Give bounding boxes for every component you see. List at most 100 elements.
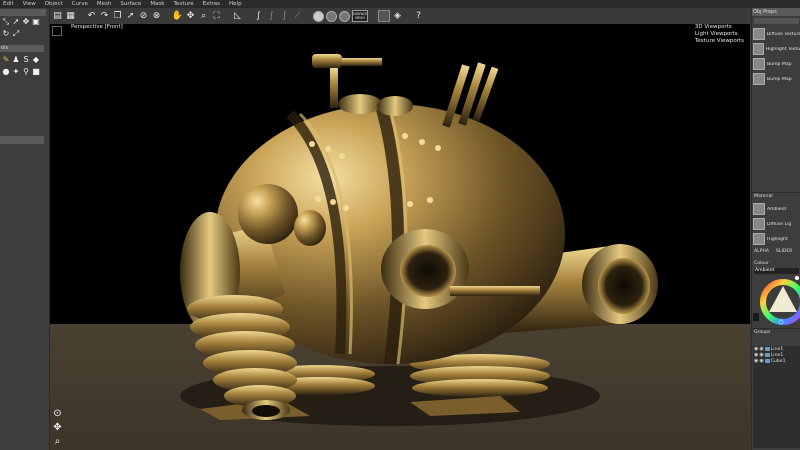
cube-icon: [764, 359, 770, 363]
panel-divider: [752, 192, 800, 193]
menu-view[interactable]: View: [20, 0, 42, 8]
menu-extras[interactable]: Extras: [200, 0, 226, 8]
left-panel-header: [0, 9, 46, 16]
alpha-label: ALPHA: [754, 249, 770, 254]
redo-icon[interactable]: ↷: [99, 11, 110, 22]
menu-mask[interactable]: Mask: [147, 0, 170, 8]
diamond-icon[interactable]: ◈: [392, 11, 403, 22]
bone-tool-icon[interactable]: ⚲: [22, 68, 30, 76]
zoom-icon[interactable]: ⌕: [198, 11, 209, 22]
group-item[interactable]: ◉ ◉ Cube1: [753, 358, 800, 364]
material-thumb[interactable]: [753, 203, 765, 215]
obj-props-header[interactable]: Obj Props: [752, 8, 800, 16]
new-file-icon[interactable]: ▤: [52, 11, 63, 22]
expand-tool-icon[interactable]: ⤢: [12, 30, 20, 38]
material-thumb[interactable]: [753, 233, 765, 245]
colour-label: Colour: [754, 261, 769, 266]
delete-icon[interactable]: ⊗: [151, 11, 162, 22]
shading-flat-icon[interactable]: [326, 10, 337, 22]
menu-texture[interactable]: Texture: [170, 0, 199, 8]
slider-label: SLIDER: [776, 249, 793, 254]
shading-wire-icon[interactable]: [339, 10, 350, 22]
groups-label: Groups: [754, 330, 771, 335]
ruler-icon[interactable]: ◺: [232, 11, 243, 22]
flatten-tool-icon[interactable]: ◆: [32, 56, 40, 64]
curve-line-icon[interactable]: ⟋: [292, 11, 303, 22]
viewport-label: Perspective [Front]: [71, 24, 123, 30]
texture-slot-bump[interactable]: Bump Map: [753, 57, 800, 71]
move-tool-icon[interactable]: ✥: [22, 18, 30, 26]
eye-icon[interactable]: ◉: [759, 358, 763, 364]
texture-thumb[interactable]: [753, 73, 765, 85]
symmetry-icon[interactable]: [378, 10, 390, 22]
curve-loop-icon[interactable]: ∫: [279, 11, 290, 22]
menu-surface[interactable]: Surface: [117, 0, 147, 8]
curve-path-icon[interactable]: ∫: [266, 11, 277, 22]
brass-robot-model: [180, 54, 658, 426]
orbit-icon[interactable]: ⊙: [52, 408, 63, 419]
material-slot-highlight[interactable]: Highlight: [753, 232, 800, 246]
arrow-select-icon[interactable]: ➚: [125, 11, 136, 22]
left-panel-divider: [0, 136, 44, 144]
smooth-tool-icon[interactable]: ♟: [12, 56, 20, 64]
shading-smooth-icon[interactable]: [313, 10, 324, 22]
groups-list: ◉ ◉ Line1 ◉ ◉ Line1 ◉ ◉ Cube1: [753, 346, 800, 448]
right-properties-panel: Obj Props Diffuse Texture Highlight Text…: [751, 8, 800, 450]
texture-slot-bump-2[interactable]: Bump Map: [753, 72, 800, 86]
sphere-tool-icon[interactable]: ●: [2, 68, 10, 76]
menu-object[interactable]: Object: [42, 0, 69, 8]
badge-line2: MESH: [355, 16, 365, 20]
main-toolbar: ▤ ▦ ↶ ↷ ❐ ➚ ⊘ ⊗ ✋ ✥ ⌕ ⛶ ◺ ∫ ∫ ∫ ⟋ SURFAC…: [50, 8, 750, 24]
material-header: Material: [754, 194, 773, 199]
material-slot-diffuse[interactable]: Diffuse Lig: [753, 217, 800, 231]
link-light-viewports[interactable]: Light Viewports: [695, 31, 744, 38]
pan-icon[interactable]: ✥: [52, 422, 63, 433]
viewport-nav: ⊙ ✥ ⌕: [52, 408, 63, 447]
viewport-corner-widget[interactable]: [52, 26, 62, 36]
texture-thumb[interactable]: [753, 58, 765, 70]
scale-tool-icon[interactable]: ⤡: [2, 18, 10, 26]
menu-curve[interactable]: Curve: [69, 0, 94, 8]
rotate-tool-icon[interactable]: ↻: [2, 30, 10, 38]
material-thumb[interactable]: [753, 218, 765, 230]
texture-slot-diffuse[interactable]: Diffuse Texture: [753, 27, 800, 41]
3d-viewport[interactable]: Perspective [Front] 3D Viewports Light V…: [50, 24, 750, 450]
menu-mesh[interactable]: Mesh: [94, 0, 117, 8]
texture-thumb[interactable]: [753, 43, 764, 55]
undo-icon[interactable]: ↶: [86, 11, 97, 22]
select-box-icon[interactable]: ▣: [32, 18, 40, 26]
surface-mesh-toggle[interactable]: SURFACE MESH: [352, 10, 368, 22]
material-slot-ambient[interactable]: Ambient: [753, 202, 800, 216]
eye-icon[interactable]: ◉: [754, 358, 758, 364]
obj-props-field[interactable]: [754, 18, 799, 24]
link-3d-viewports[interactable]: 3D Viewports: [695, 24, 744, 31]
pan-hand-icon[interactable]: ✋: [172, 11, 183, 22]
left-tool-panel: ⤡ ➚ ✥ ▣ ↻ ⤢ ols ✎ ♟ S ◆ ● ✦ ⚲ ■: [0, 8, 50, 450]
save-icon[interactable]: ▦: [65, 11, 76, 22]
cube-tool-icon[interactable]: ■: [32, 68, 40, 76]
viewport-links: 3D Viewports Light Viewports Texture Vie…: [695, 24, 744, 45]
fit-view-icon[interactable]: ⛶: [211, 11, 222, 22]
brush-tool-icon[interactable]: ✎: [2, 56, 10, 64]
help-icon[interactable]: ?: [413, 11, 424, 22]
curve-s-icon[interactable]: ∫: [253, 11, 264, 22]
colour-swatch[interactable]: [753, 313, 759, 321]
cube-icon: [764, 353, 770, 357]
cube-icon: [764, 347, 770, 351]
menu-help[interactable]: Help: [226, 0, 248, 8]
texture-thumb[interactable]: [753, 28, 765, 40]
no-entry-icon[interactable]: ⊘: [138, 11, 149, 22]
zoom-view-icon[interactable]: ⌕: [52, 436, 63, 447]
menu-bar: Edit View Object Curve Mesh Surface Mask…: [0, 0, 800, 8]
pinch-tool-icon[interactable]: ✦: [12, 68, 20, 76]
tools-tab[interactable]: ols: [0, 45, 44, 52]
panel-divider-2: [752, 328, 800, 329]
move-view-icon[interactable]: ✥: [185, 11, 196, 22]
menu-edit[interactable]: Edit: [0, 0, 20, 8]
copy-icon[interactable]: ❐: [112, 11, 123, 22]
colour-wheel[interactable]: [757, 274, 800, 330]
curve-tool-icon[interactable]: S: [22, 56, 30, 64]
texture-slot-highlight[interactable]: Highlight Texture: [753, 42, 800, 56]
link-texture-viewports[interactable]: Texture Viewports: [695, 38, 744, 45]
cursor-tool-icon[interactable]: ➚: [12, 18, 20, 26]
